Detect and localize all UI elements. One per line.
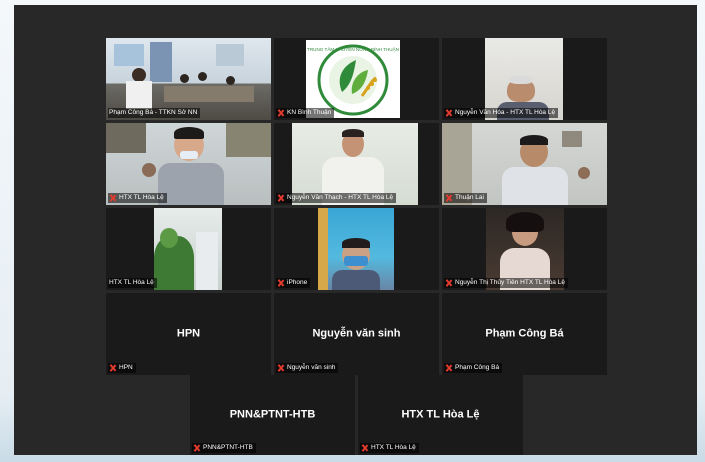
- participant-name-label: HTX TL Hòa Lệ: [108, 193, 167, 203]
- participant-name-label: HPN: [108, 363, 136, 373]
- participant-tile[interactable]: iPhone: [274, 208, 439, 290]
- participant-name: Nguyễn văn sinh: [287, 364, 336, 371]
- muted-mic-icon: [109, 364, 116, 372]
- organization-logo: TRUNG TÂM KHUYẾN NÔNG BÌNH THUẬN: [306, 40, 400, 118]
- participant-name: Phạm Công Bá - TTKN Sở NN: [109, 109, 198, 116]
- participant-name-label: Nguyễn Văn Hóa - HTX TL Hòa Lệ: [444, 108, 559, 118]
- muted-mic-icon: [445, 279, 452, 287]
- participant-name-label: PNN&PTNT-HTB: [192, 443, 256, 453]
- participant-name: Phạm Công Bá: [455, 364, 500, 371]
- participant-tile[interactable]: Nguyễn Văn Thạch - HTX TL Hòa Lệ: [274, 123, 439, 205]
- participant-name: HTX TL Hòa Lệ: [109, 279, 154, 286]
- participant-name: Thuận Lai: [455, 194, 484, 201]
- participant-tile[interactable]: HPN HPN: [106, 293, 271, 375]
- participant-name-label: HTX TL Hòa Lệ: [108, 278, 157, 288]
- participant-name-label: Nguyễn văn sinh: [276, 363, 339, 373]
- participant-name-label: Phạm Công Bá - TTKN Sở NN: [108, 108, 201, 118]
- participant-display-name: HPN: [176, 327, 201, 340]
- participant-display-name: Nguyễn văn sinh: [312, 327, 401, 340]
- participant-tile[interactable]: Nguyễn Thị Thủy Tiên HTX TL Hòa Lệ: [442, 208, 607, 290]
- participant-tile[interactable]: HTX TL Hòa Lệ: [106, 123, 271, 205]
- participant-tile[interactable]: Thuận Lai: [442, 123, 607, 205]
- logo-text: TRUNG TÂM KHUYẾN NÔNG BÌNH THUẬN: [307, 46, 399, 52]
- participant-name-label: iPhone: [276, 278, 311, 288]
- rice-leaf-logo-icon: TRUNG TÂM KHUYẾN NÔNG BÌNH THUẬN: [307, 44, 399, 116]
- participant-tile[interactable]: Phạm Công Bá - TTKN Sở NN: [106, 38, 271, 120]
- participant-display-name: PNN&PTNT-HTB: [229, 408, 316, 421]
- muted-mic-icon: [277, 109, 284, 117]
- muted-mic-icon: [361, 444, 368, 452]
- video-gallery: Phạm Công Bá - TTKN Sở NN TRUNG TÂM KHUY…: [14, 5, 697, 455]
- participant-tile[interactable]: HTX TL Hòa Lệ HTX TL Hòa Lệ: [358, 375, 523, 455]
- participant-name: HTX TL Hòa Lệ: [119, 194, 164, 201]
- participant-name-label: Phạm Công Bá: [444, 363, 503, 373]
- muted-mic-icon: [445, 364, 452, 372]
- participant-name: Nguyễn Văn Thạch - HTX TL Hòa Lệ: [287, 194, 394, 201]
- participant-display-name: Phạm Công Bá: [485, 327, 564, 340]
- participant-name: iPhone: [287, 279, 308, 286]
- participant-tile[interactable]: Phạm Công Bá Phạm Công Bá: [442, 293, 607, 375]
- participant-name-label: Nguyễn Thị Thủy Tiên HTX TL Hòa Lệ: [444, 278, 568, 288]
- muted-mic-icon: [445, 109, 452, 117]
- participant-name: Nguyễn Văn Hóa - HTX TL Hòa Lệ: [455, 109, 556, 116]
- participant-name-label: Nguyễn Văn Thạch - HTX TL Hòa Lệ: [276, 193, 397, 203]
- participant-tile[interactable]: HTX TL Hòa Lệ: [106, 208, 271, 290]
- participant-tile[interactable]: TRUNG TÂM KHUYẾN NÔNG BÌNH THUẬN KN Bình…: [274, 38, 439, 120]
- participant-name: Nguyễn Thị Thủy Tiên HTX TL Hòa Lệ: [455, 279, 565, 286]
- muted-mic-icon: [109, 194, 116, 202]
- participant-name-label: KN Bình Thuận: [276, 108, 335, 118]
- participant-tile[interactable]: PNN&PTNT-HTB PNN&PTNT-HTB: [190, 375, 355, 455]
- participant-tile[interactable]: Nguyễn Văn Hóa - HTX TL Hòa Lệ: [442, 38, 607, 120]
- muted-mic-icon: [277, 279, 284, 287]
- muted-mic-icon: [193, 444, 200, 452]
- participant-name-label: Thuận Lai: [444, 193, 487, 203]
- participant-name-label: HTX TL Hòa Lệ: [360, 443, 419, 453]
- participant-tile[interactable]: Nguyễn văn sinh Nguyễn văn sinh: [274, 293, 439, 375]
- video-feed: [154, 208, 222, 290]
- participant-name: PNN&PTNT-HTB: [203, 444, 253, 451]
- muted-mic-icon: [445, 194, 452, 202]
- muted-mic-icon: [277, 194, 284, 202]
- participant-name: HTX TL Hòa Lệ: [371, 444, 416, 451]
- participant-name: HPN: [119, 364, 133, 371]
- muted-mic-icon: [277, 364, 284, 372]
- participant-display-name: HTX TL Hòa Lệ: [401, 408, 480, 421]
- participant-name: KN Bình Thuận: [287, 109, 332, 116]
- video-feed: [318, 208, 394, 290]
